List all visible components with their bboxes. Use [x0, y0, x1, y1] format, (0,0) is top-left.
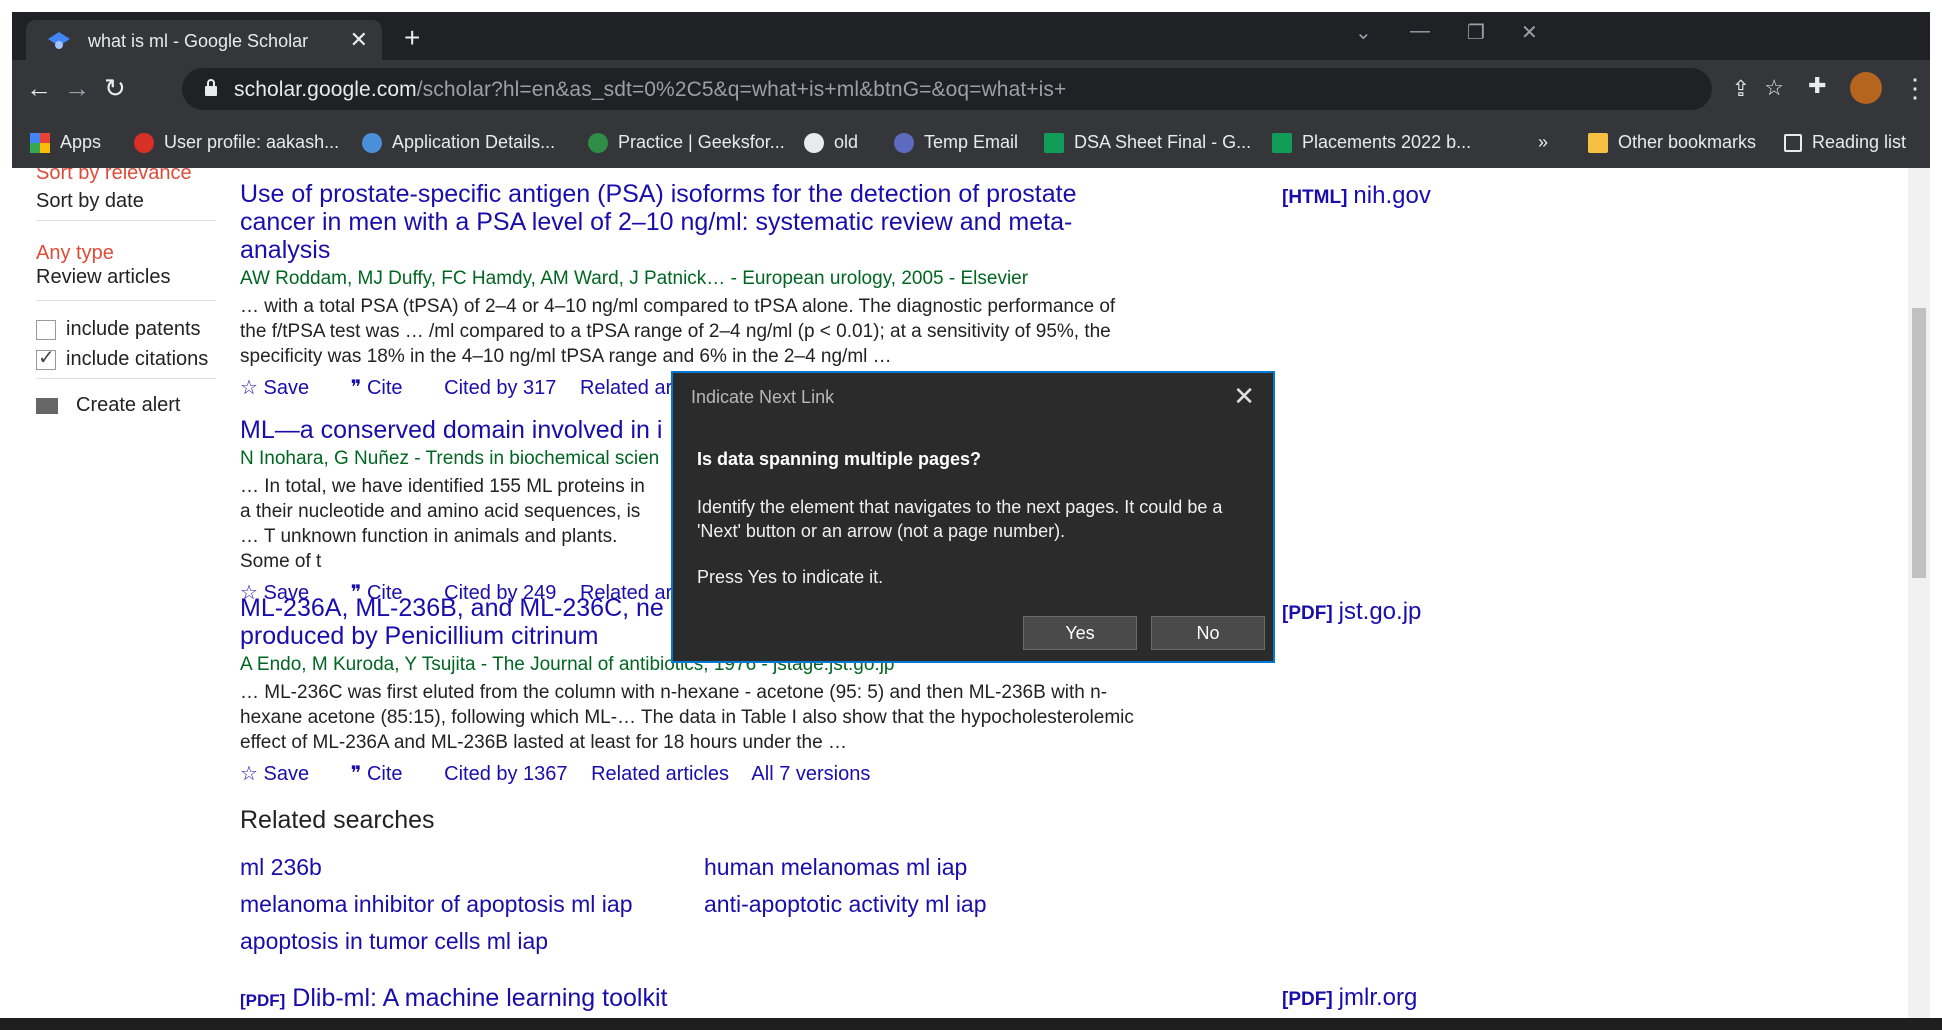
include-patents-row[interactable]: include patents — [36, 318, 201, 341]
create-alert[interactable]: Create alert — [36, 394, 181, 417]
result-1: Use of prostate-specific antigen (PSA) i… — [240, 180, 1140, 400]
result-snippet: … ML-236C was first eluted from the colu… — [240, 682, 1134, 753]
checkmark-icon: ✓ — [38, 346, 55, 369]
dialog-instruction: Press Yes to indicate it. — [697, 567, 884, 587]
lock-icon — [205, 79, 217, 96]
result-4: [PDF] Dlib-ml: A machine learning toolki… — [240, 984, 1140, 1015]
bookmark-apps[interactable]: Apps — [30, 132, 101, 154]
bookmarks-bar: Apps User profile: aakash... Application… — [12, 118, 1930, 168]
no-button[interactable]: No — [1151, 616, 1265, 650]
all-versions-link[interactable]: All 7 versions — [751, 763, 870, 785]
dialog-question: Is data spanning multiple pages? — [697, 449, 982, 469]
include-citations-row[interactable]: ✓ include citations — [36, 347, 208, 371]
window-close-icon[interactable]: ✕ — [1521, 20, 1538, 45]
result-4-source[interactable]: [PDF] jmlr.org — [1282, 984, 1417, 1012]
related-searches-heading: Related searches — [240, 806, 435, 834]
include-citations-checkbox[interactable]: ✓ — [36, 347, 56, 370]
related-search-item[interactable]: melanoma inhibitor of apoptosis ml iap — [240, 891, 632, 918]
review-articles[interactable]: Review articles — [36, 266, 170, 289]
globe-icon — [804, 133, 824, 154]
reading-list-icon — [1784, 134, 1802, 153]
result-snippet: … In total, we have identified 155 ML pr… — [240, 476, 645, 572]
dialog-close-icon[interactable]: ✕ — [1233, 381, 1255, 412]
toolbar: ← → ↻ scholar.google.com/scholar?hl=en&a… — [12, 60, 1930, 118]
any-type[interactable]: Any type — [36, 242, 114, 265]
scholar-favicon-icon — [48, 32, 70, 49]
tab-strip: what is ml - Google Scholar ✕ + ⌄ — ❐ ✕ — [12, 12, 1930, 60]
bookmark-placements[interactable]: Placements 2022 b... — [1272, 132, 1471, 154]
result-authors: AW Roddam, MJ Duffy, FC Hamdy, AM Ward, … — [240, 268, 1029, 289]
result-actions: ☆ Save ❞ Cite Cited by 1367 Related arti… — [240, 761, 1140, 786]
include-patents-checkbox[interactable] — [36, 319, 56, 340]
temp-email-icon — [894, 133, 914, 154]
extensions-icon[interactable]: ✚ — [1808, 73, 1826, 99]
bookmark-application-details[interactable]: Application Details... — [362, 132, 555, 154]
yes-button[interactable]: Yes — [1023, 616, 1137, 650]
divider — [36, 220, 216, 221]
folder-icon — [1588, 133, 1608, 154]
result-3-source[interactable]: [PDF] jst.go.jp — [1282, 598, 1421, 626]
tab-search-icon[interactable]: ⌄ — [1355, 20, 1372, 45]
vertical-scrollbar[interactable] — [1908, 168, 1930, 1018]
other-bookmarks[interactable]: Other bookmarks — [1588, 132, 1756, 154]
apps-grid-icon — [30, 133, 50, 154]
result-1-source[interactable]: [HTML] nih.gov — [1282, 182, 1431, 210]
sort-by-date[interactable]: Sort by date — [36, 190, 144, 213]
result-snippet: … with a total PSA (tPSA) of 2–4 or 4–10… — [240, 296, 1116, 367]
restore-icon[interactable]: ❐ — [1467, 20, 1485, 45]
menu-icon[interactable]: ⋮ — [1902, 73, 1928, 104]
taskbar-edge — [0, 1018, 1942, 1030]
browser-chrome: what is ml - Google Scholar ✕ + ⌄ — ❐ ✕ … — [12, 12, 1930, 168]
tab-scholar[interactable]: what is ml - Google Scholar ✕ — [26, 20, 382, 60]
sheets-icon — [1272, 133, 1292, 154]
tab-title: what is ml - Google Scholar — [88, 31, 309, 51]
related-search-item[interactable]: apoptosis in tumor cells ml iap — [240, 928, 548, 955]
result-title[interactable]: Use of prostate-specific antigen (PSA) i… — [240, 180, 1140, 264]
dialog-body: Identify the element that navigates to t… — [697, 497, 1223, 541]
reload-icon[interactable]: ↻ — [104, 73, 126, 104]
related-articles-link[interactable]: Related articles — [591, 763, 729, 785]
forward-icon[interactable]: → — [64, 73, 90, 104]
divider — [36, 378, 216, 379]
bookmark-temp-email[interactable]: Temp Email — [894, 132, 1018, 154]
result-title[interactable]: [PDF] Dlib-ml: A machine learning toolki… — [240, 984, 1140, 1015]
bookmark-geeksforgeeks[interactable]: Practice | Geeksfor... — [588, 132, 785, 154]
scrollbar-thumb[interactable] — [1912, 308, 1926, 578]
cite-button[interactable]: ❞ Cite — [351, 763, 421, 785]
indicate-next-link-dialog: Indicate Next Link ✕ Is data spanning mu… — [671, 371, 1275, 663]
sheets-icon — [1044, 133, 1064, 154]
bookmark-star-icon[interactable]: ☆ — [1764, 75, 1784, 101]
bookmark-dsa-sheet[interactable]: DSA Sheet Final - G... — [1044, 132, 1251, 154]
minimize-icon[interactable]: — — [1410, 20, 1430, 43]
related-search-item[interactable]: human melanomas ml iap — [704, 854, 967, 881]
save-button[interactable]: ☆ Save — [240, 377, 327, 399]
url-text: scholar.google.com/scholar?hl=en&as_sdt=… — [234, 78, 1067, 101]
envelope-icon — [36, 397, 58, 414]
result-title[interactable]: ML-236A, ML-236B, and ML-236C, ne produc… — [240, 594, 680, 650]
share-icon[interactable]: ⇪ — [1732, 76, 1750, 102]
related-search-item[interactable]: ml 236b — [240, 854, 322, 881]
avatar[interactable] — [1850, 72, 1882, 104]
back-icon[interactable]: ← — [26, 73, 52, 104]
cloud-icon — [362, 133, 382, 154]
reading-list[interactable]: Reading list — [1784, 132, 1906, 153]
cited-by-link[interactable]: Cited by 317 — [444, 377, 556, 399]
new-tab-icon[interactable]: + — [404, 22, 420, 54]
dialog-title: Indicate Next Link — [691, 387, 835, 407]
address-bar[interactable]: scholar.google.com/scholar?hl=en&as_sdt=… — [182, 68, 1784, 110]
save-button[interactable]: ☆ Save — [240, 763, 327, 785]
related-search-item[interactable]: anti-apoptotic activity ml iap — [704, 891, 987, 918]
gfg-icon — [588, 133, 608, 154]
bookmark-old[interactable]: old — [804, 132, 858, 154]
bookmark-user-profile[interactable]: User profile: aakash... — [134, 132, 339, 154]
tab-close-icon[interactable]: ✕ — [350, 27, 368, 53]
window-top-edge — [0, 0, 1942, 12]
sort-by-relevance[interactable]: Sort by relevance — [36, 168, 192, 185]
cited-by-link[interactable]: Cited by 1367 — [444, 763, 567, 785]
cite-button[interactable]: ❞ Cite — [351, 377, 421, 399]
dsa-icon — [134, 133, 154, 154]
bookmarks-overflow[interactable]: » — [1538, 132, 1548, 153]
divider — [36, 300, 216, 301]
